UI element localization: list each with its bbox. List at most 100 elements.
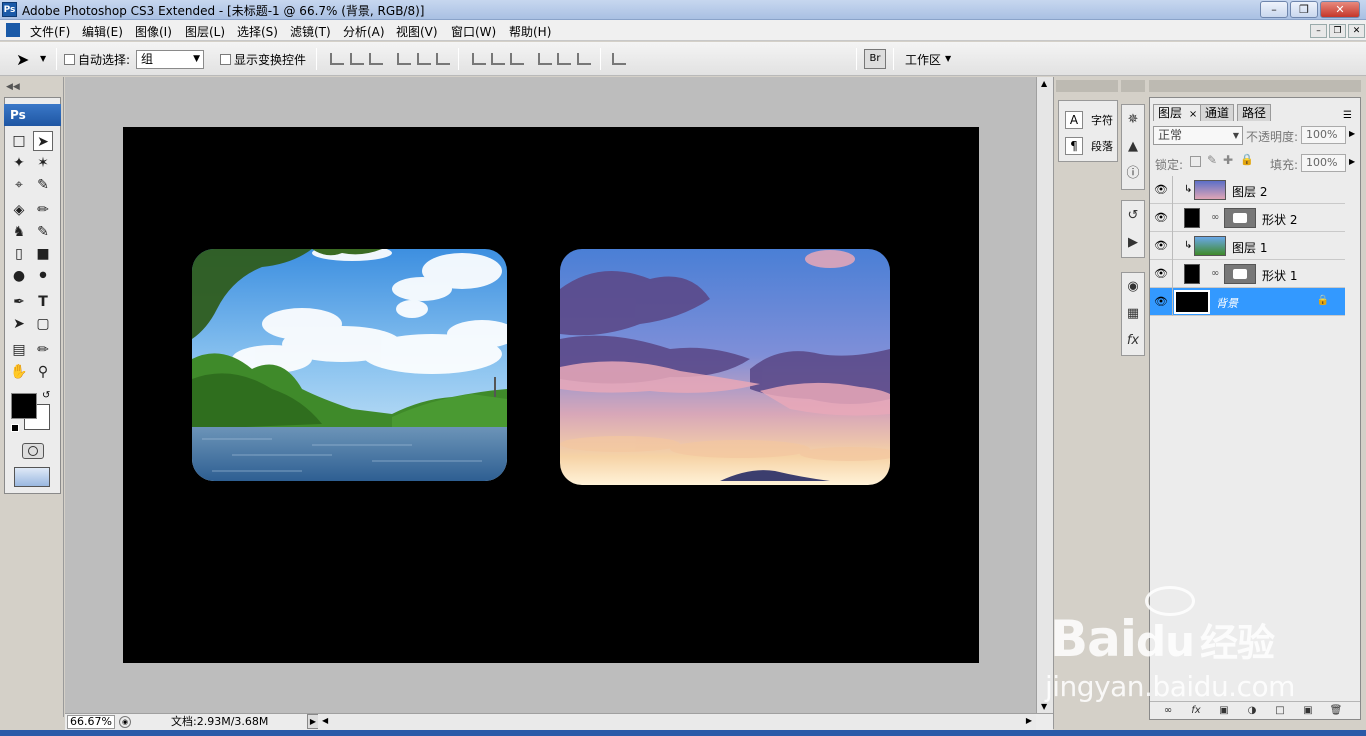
opacity-field[interactable]: 100% [1301, 126, 1346, 144]
menu-layer[interactable]: 图层(L) [185, 23, 225, 40]
blend-mode-dropdown[interactable]: 正常 ▼ [1153, 126, 1243, 145]
doc-restore-button[interactable]: ❐ [1329, 24, 1346, 38]
new-group-icon[interactable]: □ [1272, 704, 1288, 718]
path-selection-tool-icon[interactable]: ➤ [9, 314, 29, 334]
lasso-tool-icon[interactable]: ✦ [9, 153, 29, 173]
collapse-arrows-icon[interactable]: ◀◀ [6, 82, 20, 92]
lock-all-icon[interactable]: 🔒 [1240, 153, 1254, 166]
distribute-vcenter-icon[interactable] [491, 53, 505, 65]
delete-layer-icon[interactable]: 🗑 [1328, 704, 1344, 718]
notes-tool-icon[interactable]: ▤ [9, 340, 29, 360]
character-panel-button[interactable]: A 字符 [1065, 111, 1113, 129]
zoom-tool-icon[interactable]: ⚲ [33, 362, 53, 382]
align-left-icon[interactable] [397, 53, 411, 65]
menu-view[interactable]: 视图(V) [396, 23, 438, 40]
scroll-up-icon[interactable]: ▲ [1041, 79, 1047, 88]
close-icon[interactable]: × [1189, 109, 1197, 120]
menu-help[interactable]: 帮助(H) [509, 23, 551, 40]
crop-tool-icon[interactable]: ⌖ [9, 175, 29, 195]
visibility-eye-icon[interactable]: 👁 [1153, 238, 1169, 254]
doc-minimize-button[interactable]: – [1310, 24, 1327, 38]
visibility-eye-icon[interactable]: 👁 [1153, 266, 1169, 282]
menu-file[interactable]: 文件(F) [30, 23, 70, 40]
doc-close-button[interactable]: ✕ [1348, 24, 1365, 38]
pen-tool-icon[interactable]: ✒ [9, 292, 29, 312]
fill-field[interactable]: 100% [1301, 154, 1346, 172]
status-info-icon[interactable]: ◉ [119, 716, 131, 728]
layer-row[interactable]: 👁 ∞ 形状 1 [1150, 260, 1345, 288]
dodge-tool-icon[interactable]: ⚫ [33, 266, 53, 286]
history-icon[interactable]: ↺ [1122, 205, 1144, 227]
show-transform-checkbox[interactable] [220, 54, 231, 65]
paragraph-panel-button[interactable]: ¶ 段落 [1065, 137, 1113, 155]
color-icon[interactable]: ◉ [1122, 276, 1144, 298]
marquee-tool-icon[interactable]: □ [9, 131, 29, 151]
scroll-down-icon[interactable]: ▼ [1041, 702, 1047, 711]
zoom-level-field[interactable]: 66.67% [67, 715, 115, 729]
lock-transparency-icon[interactable] [1190, 156, 1201, 167]
add-mask-icon[interactable]: ▣ [1216, 704, 1232, 718]
fill-slider-arrow-icon[interactable]: ▶ [1349, 157, 1355, 166]
visibility-eye-icon[interactable]: 👁 [1153, 182, 1169, 198]
distribute-left-icon[interactable] [538, 53, 552, 65]
slice-tool-icon[interactable]: ✎ [33, 175, 53, 195]
workspace-button[interactable]: 工作区 [905, 51, 941, 68]
tab-layers[interactable]: 图层 × [1153, 104, 1203, 121]
menu-select[interactable]: 选择(S) [237, 23, 278, 40]
link-layers-icon[interactable]: ∞ [1160, 704, 1176, 718]
healing-brush-tool-icon[interactable]: ◈ [9, 200, 29, 220]
clone-stamp-tool-icon[interactable]: ♞ [9, 222, 29, 242]
distribute-top-icon[interactable] [472, 53, 486, 65]
eyedropper-tool-icon[interactable]: ✏ [33, 340, 53, 360]
distribute-bottom-icon[interactable] [510, 53, 524, 65]
tab-paths[interactable]: 路径 [1237, 104, 1272, 121]
bridge-icon[interactable]: Br [864, 49, 886, 69]
blur-tool-icon[interactable]: ● [9, 266, 29, 286]
distribute-hcenter-icon[interactable] [557, 53, 571, 65]
close-button[interactable]: ✕ [1320, 1, 1360, 18]
minimize-button[interactable]: – [1260, 1, 1288, 18]
styles-fx-icon[interactable]: fx [1122, 330, 1144, 352]
default-colors-icon[interactable] [11, 424, 19, 432]
auto-select-dropdown[interactable]: 组 ▼ [136, 50, 204, 69]
layer-row[interactable]: 👁 ∞ 形状 2 [1150, 204, 1345, 232]
swatches-icon[interactable]: ▦ [1122, 303, 1144, 325]
move-tool-button[interactable]: ➤ [33, 131, 53, 151]
menu-window[interactable]: 窗口(W) [451, 23, 496, 40]
panel-menu-icon[interactable]: ☰ [1343, 110, 1352, 121]
history-brush-tool-icon[interactable]: ✎ [33, 222, 53, 242]
tab-channels[interactable]: 通道 [1200, 104, 1235, 121]
align-right-icon[interactable] [436, 53, 450, 65]
swap-colors-icon[interactable]: ↺ [42, 390, 50, 401]
align-hcenter-icon[interactable] [417, 53, 431, 65]
layer-row[interactable]: 👁 ↳ 图层 2 [1150, 176, 1345, 204]
tool-preset-dropdown-icon[interactable]: ▼ [40, 54, 46, 63]
maximize-button[interactable]: ❐ [1290, 1, 1318, 18]
quick-mask-button[interactable] [22, 443, 44, 459]
scroll-left-icon[interactable]: ◀ [322, 716, 328, 725]
opacity-slider-arrow-icon[interactable]: ▶ [1349, 129, 1355, 138]
eraser-tool-icon[interactable]: ▯ [9, 244, 29, 264]
menu-analysis[interactable]: 分析(A) [343, 23, 385, 40]
layer-row-selected[interactable]: 👁 背景 🔒 [1150, 288, 1345, 316]
layer-row[interactable]: 👁 ↳ 图层 1 [1150, 232, 1345, 260]
lock-position-icon[interactable]: ✚ [1223, 153, 1233, 167]
navigator-icon[interactable]: ✵ [1122, 109, 1144, 131]
align-vcenter-icon[interactable] [350, 53, 364, 65]
adjustment-layer-icon[interactable]: ◑ [1244, 704, 1260, 718]
align-top-icon[interactable] [330, 53, 344, 65]
move-tool-icon[interactable]: ➤ [16, 50, 29, 69]
dock-collapse-bar[interactable] [1121, 80, 1145, 92]
visibility-eye-icon[interactable]: 👁 [1153, 210, 1169, 226]
auto-align-layers-icon[interactable] [612, 53, 626, 65]
type-tool-icon[interactable]: T [33, 292, 53, 312]
menu-filter[interactable]: 滤镜(T) [290, 23, 331, 40]
distribute-right-icon[interactable] [577, 53, 591, 65]
actions-icon[interactable]: ▶ [1122, 232, 1144, 254]
histogram-icon[interactable]: ▲ [1122, 136, 1144, 158]
lock-pixels-icon[interactable]: ✎ [1207, 153, 1217, 167]
auto-select-checkbox[interactable] [64, 54, 75, 65]
dock-collapse-bar[interactable] [1056, 80, 1118, 92]
layer-style-fx-icon[interactable]: fx [1188, 704, 1204, 718]
foreground-color-swatch[interactable] [11, 393, 37, 419]
